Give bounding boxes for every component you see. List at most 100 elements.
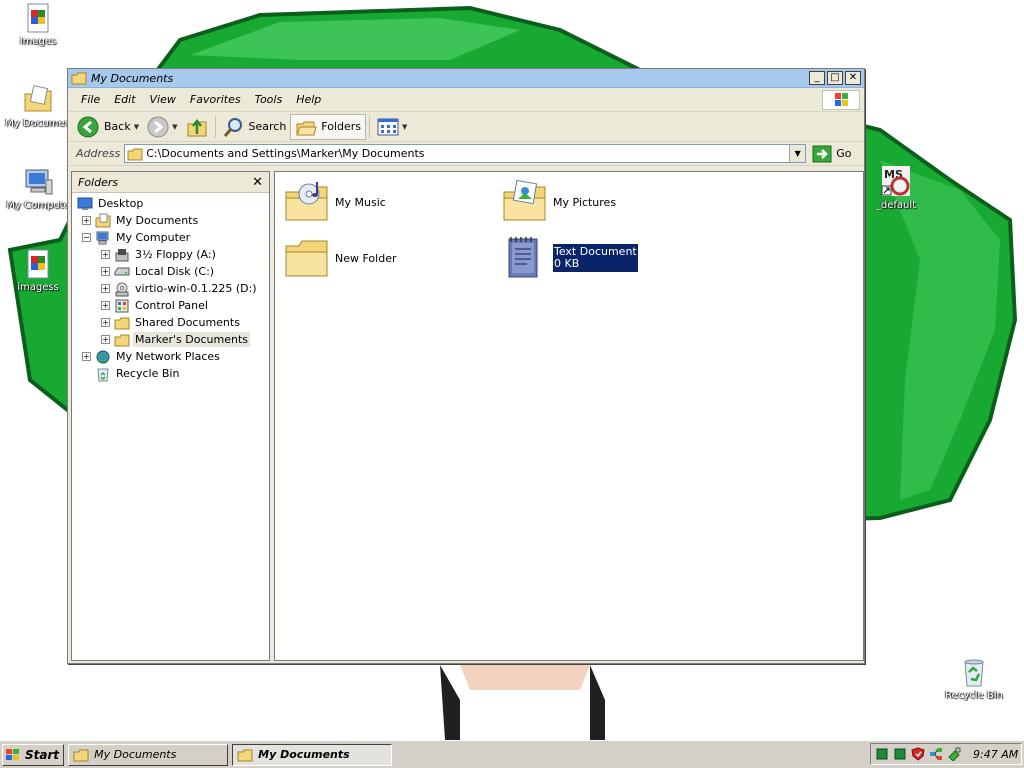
expand-icon[interactable]: + (82, 216, 91, 225)
expand-icon[interactable]: + (101, 284, 110, 293)
my-documents-icon (24, 85, 52, 112)
file-selection-highlight: Text Document 0 KB (553, 244, 638, 272)
tree-item-shared-documents[interactable]: + Shared Documents (72, 314, 269, 331)
expand-icon[interactable]: + (101, 301, 110, 310)
security-shield-icon[interactable] (911, 747, 925, 761)
usb-device-icon[interactable] (947, 747, 961, 761)
menu-edit[interactable]: Edit (107, 93, 142, 106)
file-item-new-folder[interactable]: New Folder (283, 234, 396, 282)
expand-icon[interactable]: + (101, 250, 110, 259)
back-button[interactable]: Back ▼ (73, 114, 143, 140)
file-item-text-document[interactable]: Text Document 0 KB (501, 234, 638, 282)
collapse-icon[interactable]: − (82, 233, 91, 242)
tree-item-control-panel[interactable]: + Control Panel (72, 297, 269, 314)
tree-item-label: Shared Documents (135, 316, 240, 329)
address-input[interactable]: C:\Documents and Settings\Marker\My Docu… (124, 144, 807, 163)
tree-item-floppy[interactable]: + 3½ Floppy (A:) (72, 246, 269, 263)
tree-item-label: Local Disk (C:) (135, 265, 215, 278)
views-button[interactable]: ▼ (373, 114, 411, 140)
file-name: My Pictures (553, 195, 617, 209)
folders-button[interactable]: Folders (290, 113, 367, 140)
expand-icon[interactable]: + (101, 335, 110, 344)
desktop-icon (77, 197, 93, 210)
search-button[interactable]: Search (219, 114, 291, 140)
taskbar: Start My Documents My Documents 9:47 AM (0, 740, 1024, 768)
up-folder-button[interactable] (182, 114, 212, 140)
file-item-my-music[interactable]: My Music (283, 178, 386, 226)
address-bar: Address C:\Documents and Settings\Marker… (68, 142, 864, 166)
menu-favorites[interactable]: Favorites (183, 93, 248, 106)
tree-item-markers-documents[interactable]: + Marker's Documents (72, 331, 269, 348)
folder-icon (114, 317, 130, 329)
folders-pane-close-icon[interactable]: ✕ (252, 175, 263, 190)
recycle-bin-icon (97, 368, 109, 381)
tree-item-label: My Documents (116, 214, 199, 227)
tree-item-desktop[interactable]: Desktop (72, 195, 269, 212)
address-label: Address (76, 147, 121, 160)
forward-button[interactable]: ▼ (143, 114, 181, 140)
desktop-icon-label: My Compute (6, 200, 70, 211)
menu-tools[interactable]: Tools (248, 93, 290, 106)
views-dropdown-icon[interactable]: ▼ (402, 123, 407, 131)
desktop-icon-my-documents[interactable]: My Documen (0, 84, 76, 129)
minimize-button[interactable]: _ (809, 71, 825, 85)
folder-icon (114, 334, 130, 346)
file-list-pane: My Music My Pictures New Folder Text Doc… (274, 171, 864, 661)
close-button[interactable]: ✕ (845, 71, 861, 85)
tree-item-recycle-bin[interactable]: Recycle Bin (72, 365, 269, 382)
address-dropdown-icon[interactable]: ▼ (789, 145, 806, 162)
taskbar-button-my-documents[interactable]: My Documents (68, 743, 229, 766)
start-button[interactable]: Start (2, 743, 65, 766)
menu-view[interactable]: View (143, 93, 183, 106)
network-status-icon[interactable] (875, 747, 889, 761)
standard-toolbar: Back ▼ ▼ Search Folders ▼ (68, 112, 864, 142)
file-size: 0 KB (554, 257, 580, 270)
clock: 9:47 AM (973, 747, 1019, 761)
tree-item-label: My Network Places (116, 350, 220, 363)
menu-help[interactable]: Help (289, 93, 328, 106)
network-status-icon[interactable] (893, 747, 907, 761)
desktop-icon-label: _default (875, 200, 917, 211)
tree-item-label: 3½ Floppy (A:) (135, 248, 216, 261)
desktop-icon-default[interactable]: MS _default (858, 164, 934, 211)
image-file-icon (27, 249, 49, 279)
folder-icon (237, 749, 253, 761)
file-item-my-pictures[interactable]: My Pictures (501, 178, 616, 226)
folders-pane-header: Folders ✕ (72, 172, 269, 193)
toolbar-separator (369, 115, 371, 138)
tree-item-label: Marker's Documents (133, 332, 250, 347)
up-folder-icon (187, 118, 206, 136)
taskbar-button-my-documents-active[interactable]: My Documents (232, 743, 393, 766)
go-arrow-icon (812, 145, 832, 162)
expand-icon[interactable]: + (82, 352, 91, 361)
desktop-icon-label: My Documen (5, 118, 71, 129)
title-bar[interactable]: My Documents _ □ ✕ (68, 69, 864, 88)
forward-dropdown-icon[interactable]: ▼ (172, 123, 177, 131)
expand-icon[interactable]: + (101, 267, 110, 276)
network-connection-icon[interactable] (929, 747, 943, 761)
menu-file[interactable]: File (74, 93, 107, 106)
tree-item-network-places[interactable]: + My Network Places (72, 348, 269, 365)
window-title: My Documents (91, 71, 174, 85)
hard-disk-icon (114, 267, 130, 275)
tree-item-label: My Computer (116, 231, 191, 244)
desktop-icon-recycle-bin[interactable]: Recycle Bin (936, 656, 1012, 701)
tree-item-label: virtio-win-0.1.225 (D:) (135, 282, 257, 295)
desktop-icon-imagess[interactable]: imagess (0, 248, 76, 293)
address-path: C:\Documents and Settings\Marker\My Docu… (146, 147, 425, 160)
back-dropdown-icon[interactable]: ▼ (134, 123, 139, 131)
folders-pane-title: Folders (78, 175, 119, 189)
tree-item-my-documents[interactable]: + My Documents (72, 212, 269, 229)
expand-icon[interactable]: + (101, 318, 110, 327)
tree-item-local-disk[interactable]: + Local Disk (C:) (72, 263, 269, 280)
tree-item-my-computer[interactable]: − My Computer (72, 229, 269, 246)
folders-label: Folders (321, 120, 362, 133)
tree-item-cd-drive[interactable]: + virtio-win-0.1.225 (D:) (72, 280, 269, 297)
system-tray: 9:47 AM (870, 743, 1022, 765)
desktop-icon-images[interactable]: images (0, 2, 76, 47)
go-button[interactable]: Go (812, 145, 852, 163)
maximize-button[interactable]: □ (827, 71, 843, 85)
search-icon (223, 117, 242, 137)
music-folder-icon (285, 182, 328, 221)
desktop-icon-my-computer[interactable]: My Compute (0, 166, 76, 211)
